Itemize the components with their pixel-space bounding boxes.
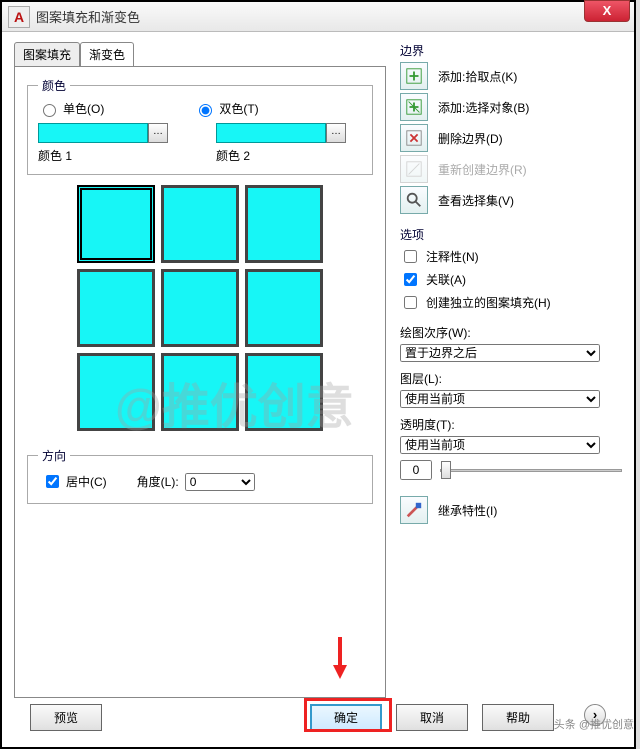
view-selections-label: 查看选择集(V)	[438, 192, 514, 209]
cancel-button[interactable]: 取消	[396, 704, 468, 731]
remove-boundaries-label: 删除边界(D)	[438, 130, 503, 147]
gradient-pattern-6[interactable]	[245, 269, 323, 347]
transparency-label: 透明度(T):	[400, 416, 622, 433]
gradient-pattern-9[interactable]	[245, 353, 323, 431]
annotation-arrow	[333, 637, 347, 681]
separate-hatches-checkbox[interactable]	[404, 296, 417, 309]
window-title: 图案填充和渐变色	[36, 7, 140, 26]
draw-order-label: 绘图次序(W):	[400, 324, 622, 341]
layer-label: 图层(L):	[400, 370, 622, 387]
color-legend: 颜色	[38, 77, 70, 94]
color1-label: 颜色 1	[38, 147, 168, 164]
add-pick-points-label: 添加:拾取点(K)	[438, 68, 517, 85]
options-title: 选项	[400, 226, 622, 243]
inherit-properties-label: 继承特性(I)	[438, 502, 497, 519]
transparency-value-input[interactable]	[400, 460, 432, 480]
color2-swatch[interactable]	[216, 123, 326, 143]
gradient-pattern-5[interactable]	[161, 269, 239, 347]
tab-hatch[interactable]: 图案填充	[14, 42, 80, 67]
credit-text: 头条 @推优创意	[554, 716, 634, 732]
associative-checkbox[interactable]	[404, 273, 417, 286]
direction-legend: 方向	[38, 447, 70, 464]
recreate-boundary-button	[400, 155, 428, 183]
gradient-pattern-3[interactable]	[245, 185, 323, 263]
help-button[interactable]: 帮助	[482, 704, 554, 731]
remove-boundaries-button[interactable]	[400, 124, 428, 152]
app-icon: A	[8, 6, 30, 28]
draw-order-select[interactable]: 置于边界之后	[400, 344, 600, 362]
add-pick-points-button[interactable]	[400, 62, 428, 90]
view-selections-button[interactable]	[400, 186, 428, 214]
color2-label: 颜色 2	[216, 147, 346, 164]
radio-one-color[interactable]: 单色(O)	[38, 100, 104, 117]
gradient-pattern-8[interactable]	[161, 353, 239, 431]
radio-two-color[interactable]: 双色(T)	[194, 100, 258, 117]
angle-select[interactable]: 0	[185, 473, 255, 491]
boundaries-title: 边界	[400, 42, 622, 59]
close-button[interactable]: X	[584, 0, 630, 22]
gradient-pattern-7[interactable]	[77, 353, 155, 431]
color1-picker-button[interactable]: …	[148, 123, 168, 143]
inherit-properties-button[interactable]	[400, 496, 428, 524]
ok-button[interactable]: 确定	[310, 704, 382, 731]
gradient-pattern-grid	[27, 185, 373, 431]
color2-picker-button[interactable]: …	[326, 123, 346, 143]
preview-button[interactable]: 预览	[30, 704, 102, 731]
centered-checkbox[interactable]: 居中(C)	[42, 472, 107, 491]
tab-gradient[interactable]: 渐变色	[80, 42, 134, 67]
direction-group: 方向 居中(C) 角度(L): 0	[27, 447, 373, 504]
angle-label: 角度(L):	[137, 473, 179, 490]
transparency-select[interactable]: 使用当前项	[400, 436, 600, 454]
titlebar: A 图案填充和渐变色 X	[2, 2, 634, 32]
gradient-pattern-1[interactable]	[77, 185, 155, 263]
annotative-checkbox[interactable]	[404, 250, 417, 263]
gradient-pattern-2[interactable]	[161, 185, 239, 263]
color-group: 颜色 单色(O) 双色(T) … 颜色 1	[27, 77, 373, 175]
transparency-slider[interactable]	[440, 469, 622, 472]
gradient-pattern-4[interactable]	[77, 269, 155, 347]
color1-swatch[interactable]	[38, 123, 148, 143]
add-select-objects-label: 添加:选择对象(B)	[438, 99, 529, 116]
recreate-boundary-label: 重新创建边界(R)	[438, 161, 527, 178]
layer-select[interactable]: 使用当前项	[400, 390, 600, 408]
add-select-objects-button[interactable]	[400, 93, 428, 121]
